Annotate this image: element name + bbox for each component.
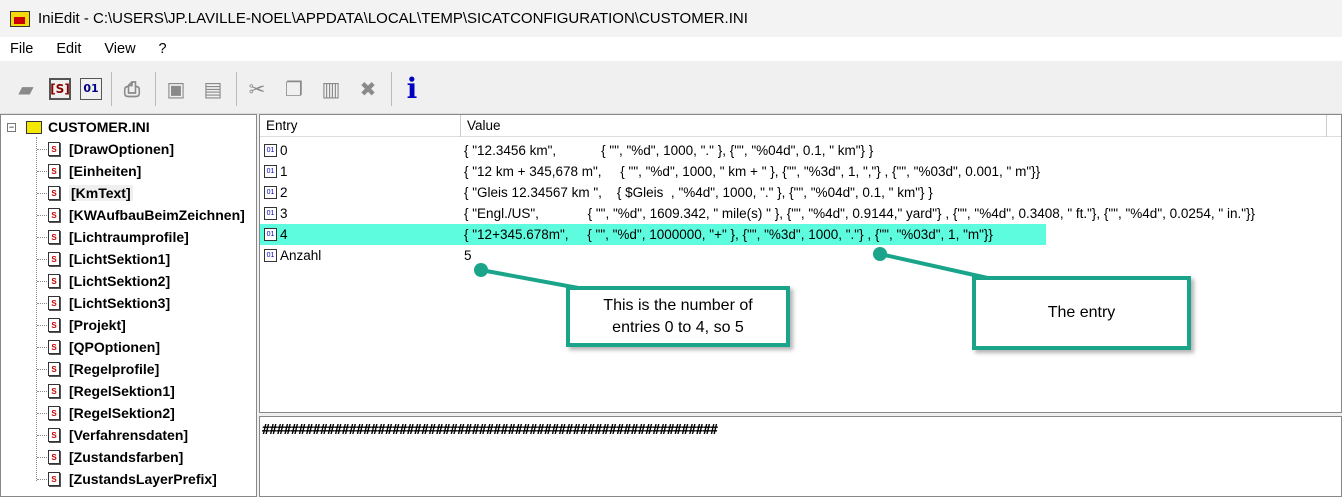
callout-count-text: This is the number of entries 0 to 4, so… [603,296,753,336]
callout-dot-count [474,263,488,277]
callout-entry: The entry [972,276,1191,350]
callout-connectors [474,247,1011,294]
callout-dot-entry [873,247,887,261]
callout-count: This is the number of entries 0 to 4, so… [566,286,790,347]
callout-entry-text: The entry [1047,304,1116,321]
